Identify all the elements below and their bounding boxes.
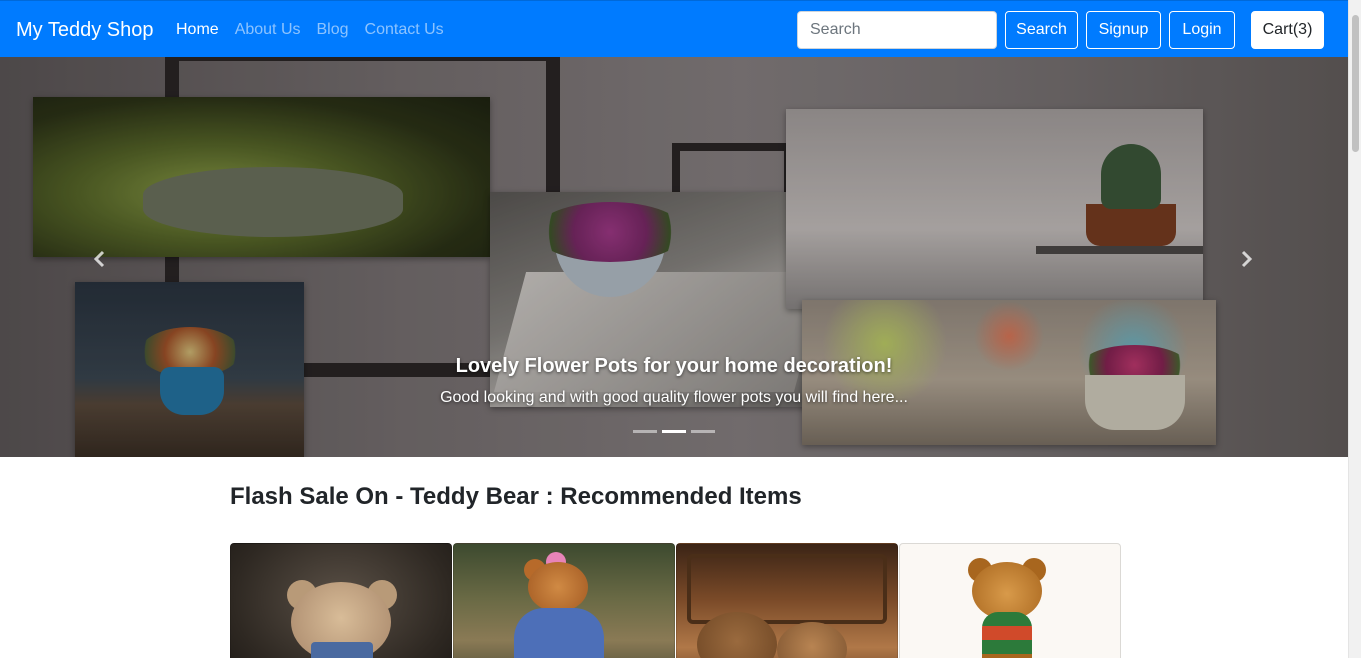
signup-button[interactable]: Signup (1086, 11, 1161, 49)
search-button[interactable]: Search (1005, 11, 1078, 49)
nav-link-about-us[interactable]: About Us (235, 20, 301, 40)
carousel-caption-text: Good looking and with good quality flowe… (440, 389, 908, 406)
nav-link-home[interactable]: Home (176, 20, 219, 40)
navbar: My Teddy Shop Home About Us Blog Contact… (0, 0, 1348, 57)
product-card-teddy-4[interactable] (899, 543, 1121, 658)
hero-carousel: Lovely Flower Pots for your home decorat… (0, 57, 1348, 457)
page-scrollbar[interactable] (1348, 0, 1361, 658)
brand-logo[interactable]: My Teddy Shop (16, 18, 154, 42)
section-title: Flash Sale On - Teddy Bear : Recommended… (230, 483, 802, 510)
nav-link-blog[interactable]: Blog (317, 20, 349, 40)
carousel-next-button[interactable] (1234, 247, 1258, 271)
product-card-teddy-3[interactable] (676, 543, 898, 658)
scrollbar-thumb[interactable] (1352, 15, 1359, 152)
nav-links: Home About Us Blog Contact Us (176, 20, 444, 40)
chevron-left-icon (93, 250, 105, 268)
carousel-caption-title: Lovely Flower Pots for your home decorat… (455, 355, 893, 377)
carousel-prev-button[interactable] (88, 247, 112, 271)
nav-link-contact-us[interactable]: Contact Us (365, 20, 444, 40)
carousel-indicator-3[interactable] (691, 430, 715, 433)
search-input[interactable] (797, 11, 997, 49)
login-button[interactable]: Login (1169, 11, 1235, 49)
carousel-indicators (633, 430, 715, 433)
page: My Teddy Shop Home About Us Blog Contact… (0, 0, 1348, 658)
chevron-right-icon (1241, 250, 1253, 268)
product-cards (230, 543, 1121, 658)
product-card-teddy-1[interactable] (230, 543, 452, 658)
cart-button[interactable]: Cart(3) (1251, 11, 1324, 49)
carousel-indicator-1[interactable] (633, 430, 657, 433)
carousel-indicator-2[interactable] (662, 430, 686, 433)
product-card-teddy-2[interactable] (453, 543, 675, 658)
